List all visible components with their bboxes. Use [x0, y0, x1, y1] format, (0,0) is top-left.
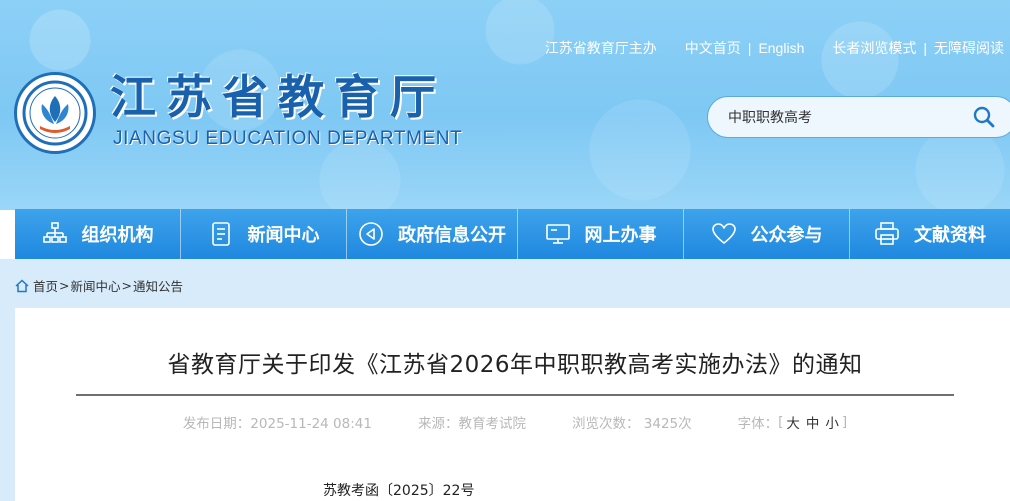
search-button[interactable]: [970, 103, 998, 131]
nav-label: 组织机构: [81, 225, 154, 246]
document-number: 苏教考函〔2025〕22号: [323, 483, 475, 499]
sponsor-text: 江苏省教育厅主办: [544, 40, 657, 56]
heart-icon: [711, 223, 736, 244]
nav-item-organization[interactable]: 组织机构: [15, 209, 181, 259]
nav-item-news[interactable]: 新闻中心: [181, 209, 347, 259]
search-box: [707, 96, 1010, 138]
font-size-label: 字体：: [737, 416, 779, 432]
article-panel: [15, 308, 1010, 501]
site-subtitle: JIANGSU EDUCATION DEPARTMENT: [113, 128, 463, 149]
nav-label: 文献资料: [914, 225, 986, 246]
nav-item-online-services[interactable]: 网上办事: [518, 209, 684, 259]
breadcrumb-separator: >: [121, 278, 132, 293]
home-icon: [15, 278, 29, 292]
org-chart-icon: [42, 222, 67, 243]
breadcrumb-news-link[interactable]: 新闻中心: [71, 276, 121, 295]
title-divider: [76, 394, 954, 396]
monitor-icon: [545, 224, 570, 244]
chinese-home-link[interactable]: 中文首页: [685, 38, 741, 58]
megaphone-icon: [359, 222, 383, 246]
breadcrumb-home-link[interactable]: 首页: [33, 276, 58, 295]
english-link[interactable]: English: [758, 40, 804, 56]
article-meta: 发布日期：2025-11-24 08:41 来源：教育考试院 浏览次数： 342…: [76, 412, 954, 432]
font-medium-button[interactable]: 中: [806, 412, 820, 432]
site-title[interactable]: 江苏省教育厅: [110, 70, 446, 124]
site-header: 江苏省教育厅主办 中文首页 | English 长者浏览模式 | 无障碍阅读 江…: [0, 0, 1010, 210]
breadcrumb-notices-link[interactable]: 通知公告: [133, 276, 183, 295]
article-title: 省教育厅关于印发《江苏省2026年中职职教高考实施办法》的通知: [167, 352, 863, 378]
nav-label: 网上办事: [584, 225, 657, 246]
nav-label: 新闻中心: [247, 225, 320, 246]
nav-label: 政府信息公开: [398, 225, 506, 246]
logo-emblem-icon: [22, 80, 88, 146]
top-links: 江苏省教育厅主办 中文首页 | English 长者浏览模式 | 无障碍阅读: [544, 38, 1004, 58]
elder-mode-link[interactable]: 长者浏览模式: [832, 38, 916, 58]
publish-date: 发布日期：2025-11-24 08:41: [182, 416, 372, 432]
font-size-control: 字体： [ 大 中 小 ]: [737, 412, 848, 432]
nav-item-gov-info[interactable]: 政府信息公开: [347, 209, 518, 259]
breadcrumb: 首页 > 新闻中心 > 通知公告: [15, 276, 183, 295]
font-large-button[interactable]: 大: [786, 412, 800, 432]
search-icon: [973, 106, 995, 128]
department-logo[interactable]: [14, 72, 96, 154]
nav-label: 公众参与: [750, 225, 823, 246]
nav-item-documents[interactable]: 文献资料: [850, 209, 1010, 259]
main-nav: 组织机构 新闻中心 政府信息公开 网上办事 公众参与 文献资料: [15, 209, 1010, 259]
search-input[interactable]: [728, 109, 948, 125]
font-small-button[interactable]: 小: [825, 412, 839, 432]
article-source: 来源：教育考试院: [417, 416, 526, 432]
accessible-reading-link[interactable]: 无障碍阅读: [934, 38, 1004, 58]
printer-icon: [875, 222, 899, 245]
breadcrumb-separator: >: [59, 278, 70, 293]
document-icon: [211, 222, 230, 246]
view-count: 浏览次数： 3425次: [571, 416, 692, 432]
nav-item-public-participation[interactable]: 公众参与: [684, 209, 850, 259]
